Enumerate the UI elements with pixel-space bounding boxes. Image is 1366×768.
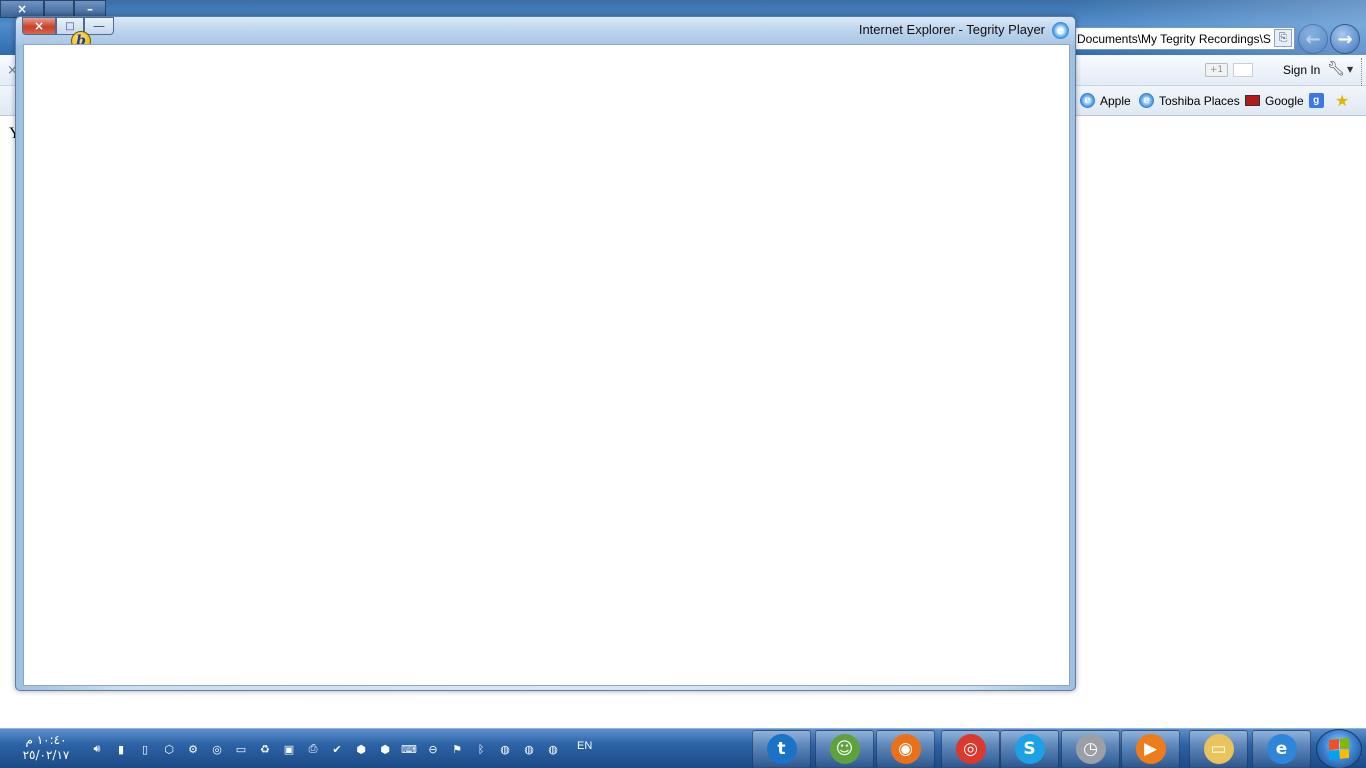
minus-icon[interactable]: ⊖ — [425, 741, 441, 757]
blue-icon[interactable]: ◍ — [521, 741, 537, 757]
language-indicator[interactable]: EN — [577, 740, 592, 752]
popup-close-button[interactable]: × — [22, 17, 56, 35]
taskbar-button[interactable]: t — [752, 730, 811, 768]
popup-title: Internet Explorer - Tegrity Player — [858, 22, 1045, 37]
wrench-icon[interactable]: 🔧︎ — [1327, 61, 1345, 77]
skype-icon: S — [1014, 734, 1045, 764]
taskbar-button[interactable]: S — [1000, 730, 1059, 768]
taskbar-button[interactable]: ◷ — [1061, 730, 1120, 768]
popup-window-controls: × □ — — [22, 17, 114, 35]
google-icon: g — [1308, 93, 1324, 108]
ie-icon: e — [1139, 93, 1154, 108]
back-button[interactable]: ← — [1298, 24, 1328, 54]
antivirus-icon[interactable]: ⬢ — [353, 741, 369, 757]
favorite-label: Google — [1265, 93, 1304, 108]
recycle-icon[interactable]: ♻ — [257, 741, 273, 757]
favorite-label: Apple — [1100, 93, 1131, 108]
internet-explorer-icon: e — [1266, 734, 1297, 764]
arrow-right-icon: → — [1337, 28, 1353, 50]
bluetooth-icon[interactable]: ᛒ — [473, 741, 489, 757]
ie-icon: e — [1052, 22, 1069, 39]
chrome-icon: ◎ — [955, 734, 986, 764]
printer-icon[interactable]: ⎙ — [305, 741, 321, 757]
tegrity-player-window: × □ — b Internet Explorer - Tegrity Play… — [15, 16, 1076, 691]
speaker-icon[interactable]: 🔊︎ — [89, 741, 105, 757]
favorite-google[interactable]: Google g — [1245, 93, 1324, 108]
taskbar-button[interactable]: e — [1252, 730, 1311, 768]
monitor-icon[interactable]: ▭ — [233, 741, 249, 757]
clock-app-icon: ◷ — [1075, 734, 1106, 764]
favorite-apple[interactable]: e Apple — [1080, 93, 1131, 108]
shield-icon[interactable]: ⬡ — [161, 741, 177, 757]
check-icon[interactable]: ✔ — [329, 741, 345, 757]
media-player-icon: ▶ — [1135, 734, 1166, 764]
display-icon[interactable]: ▣ — [281, 741, 297, 757]
keyboard-icon[interactable]: ⌨ — [401, 741, 417, 757]
clock[interactable]: ١٠:٤٠ م ٢٥/٠٢/١٧ — [14, 733, 78, 763]
taskbar-button[interactable]: ◎ — [941, 730, 1000, 768]
firefox-icon: ◉ — [890, 734, 921, 764]
antivirus-icon[interactable]: ⬢ — [377, 741, 393, 757]
arrow-left-icon: ← — [1305, 28, 1321, 50]
google-plus-one-button[interactable]: +1 — [1205, 63, 1228, 77]
taskbar-button[interactable]: ☺ — [815, 730, 874, 768]
taskbar-button[interactable]: ◉ — [876, 730, 935, 768]
add-favorite-star-icon[interactable]: ★ — [1335, 91, 1349, 110]
flag-icon[interactable]: ⚑ — [449, 741, 465, 757]
blue-icon[interactable]: ◍ — [497, 741, 513, 757]
clock-date: ٢٥/٠٢/١٧ — [22, 748, 70, 762]
windows-logo-icon — [1329, 737, 1349, 761]
taskbar: ١٠:٤٠ م ٢٥/٠٢/١٧ 🔊︎ ▮ ▯ ⬡ ⚙ ◎ ▭ ♻ ▣ ⎙ ✔ ⬢ ⬢ ⌨ ⊖ ⚑ ᛒ ◍ ◍ ◍ E… — [0, 728, 1366, 768]
favorite-label: Toshiba Places — [1159, 93, 1240, 108]
start-button[interactable] — [1316, 729, 1362, 768]
blue-icon[interactable]: ◍ — [545, 741, 561, 757]
favorite-toshiba-places[interactable]: e Toshiba Places — [1139, 93, 1240, 108]
messenger-icon: ☺ — [829, 734, 860, 764]
sign-in-link[interactable]: Sign In — [1283, 63, 1320, 77]
taskbar-button[interactable]: ▭ — [1189, 730, 1248, 768]
sync-icon[interactable]: ◎ — [209, 741, 225, 757]
address-bar[interactable]: Documents\My Tegrity Recordings\S — [1073, 27, 1295, 50]
popup-content-area[interactable] — [23, 44, 1070, 686]
taskbar-button[interactable]: ▶ — [1121, 730, 1180, 768]
chevron-down-icon[interactable]: ▼ — [1347, 65, 1353, 74]
clock-time: ١٠:٤٠ م — [25, 733, 67, 747]
forward-button[interactable]: → — [1330, 24, 1360, 54]
compatibility-view-icon[interactable]: ⎘ — [1274, 29, 1292, 47]
explorer-icon: ▭ — [1203, 734, 1234, 764]
ie-icon: e — [1080, 93, 1095, 108]
popup-minimize-button[interactable]: — — [84, 17, 114, 35]
toshiba-icon — [1245, 95, 1260, 106]
plus-one-count — [1233, 63, 1253, 77]
battery-icon[interactable]: ▯ — [137, 741, 153, 757]
tegrity-icon: t — [766, 734, 797, 764]
signal-icon[interactable]: ▮ — [113, 741, 129, 757]
network-icon[interactable]: ⚙ — [185, 741, 201, 757]
